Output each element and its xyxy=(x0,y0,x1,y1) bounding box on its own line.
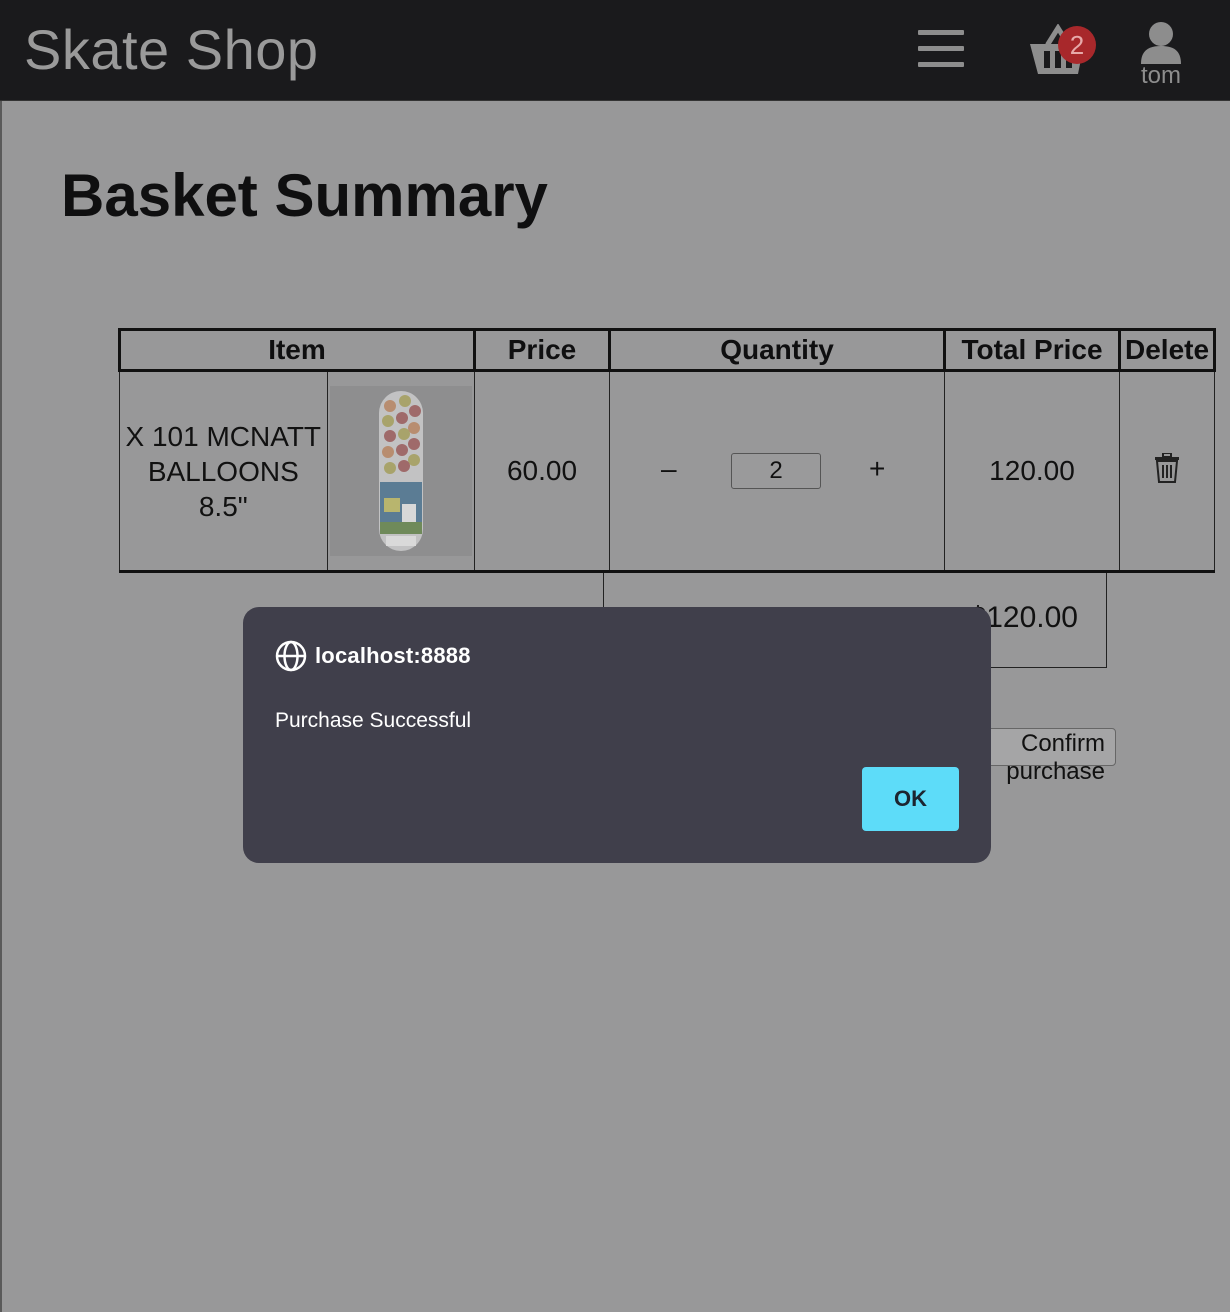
username-label: tom xyxy=(1140,62,1181,89)
skateboard-deck-image xyxy=(378,391,423,551)
product-image[interactable] xyxy=(329,386,472,556)
quantity-cell: – + xyxy=(609,370,945,573)
brand-title[interactable]: Skate Shop xyxy=(24,18,319,82)
header-item: Item xyxy=(118,328,476,372)
table-header-row: Item Price Quantity Total Price Delete xyxy=(118,328,1217,372)
dialog-message: Purchase Successful xyxy=(275,709,472,732)
user-icon xyxy=(1141,22,1181,64)
menu-icon[interactable] xyxy=(918,30,964,72)
trash-icon[interactable] xyxy=(1154,451,1180,483)
dialog-origin-text: localhost:8888 xyxy=(315,643,471,668)
dialog-origin: localhost:8888 xyxy=(275,640,471,672)
globe-icon xyxy=(275,640,307,672)
increase-quantity-button[interactable]: + xyxy=(869,453,885,485)
item-total-price: 120.00 xyxy=(944,370,1120,573)
decrease-quantity-button[interactable]: – xyxy=(661,453,677,485)
item-price: 60.00 xyxy=(474,370,610,573)
item-name: X 101 MCNATT BALLOONS 8.5" xyxy=(125,420,322,522)
alert-dialog: localhost:8888 Purchase Successful OK xyxy=(243,607,991,863)
table-row: X 101 MCNATT BALLOONS 8.5" 60.00 – 2 + 1… xyxy=(119,370,1216,573)
header-price: Price xyxy=(473,328,611,372)
left-edge xyxy=(0,0,2,1312)
page-title: Basket Summary xyxy=(61,162,548,229)
quantity-input[interactable] xyxy=(731,453,821,489)
basket-table: Item Price Quantity Total Price Delete X… xyxy=(118,328,1217,573)
header-total-price: Total Price xyxy=(943,328,1121,372)
basket-count-badge: 2 xyxy=(1058,26,1096,64)
quantity-stepper: – + xyxy=(611,373,943,569)
ok-button[interactable]: OK xyxy=(862,767,959,831)
header-quantity: Quantity xyxy=(608,328,946,372)
navbar: Skate Shop 2 tom xyxy=(0,0,1230,101)
header-delete: Delete xyxy=(1117,328,1217,372)
user-menu[interactable]: tom xyxy=(1130,20,1192,92)
